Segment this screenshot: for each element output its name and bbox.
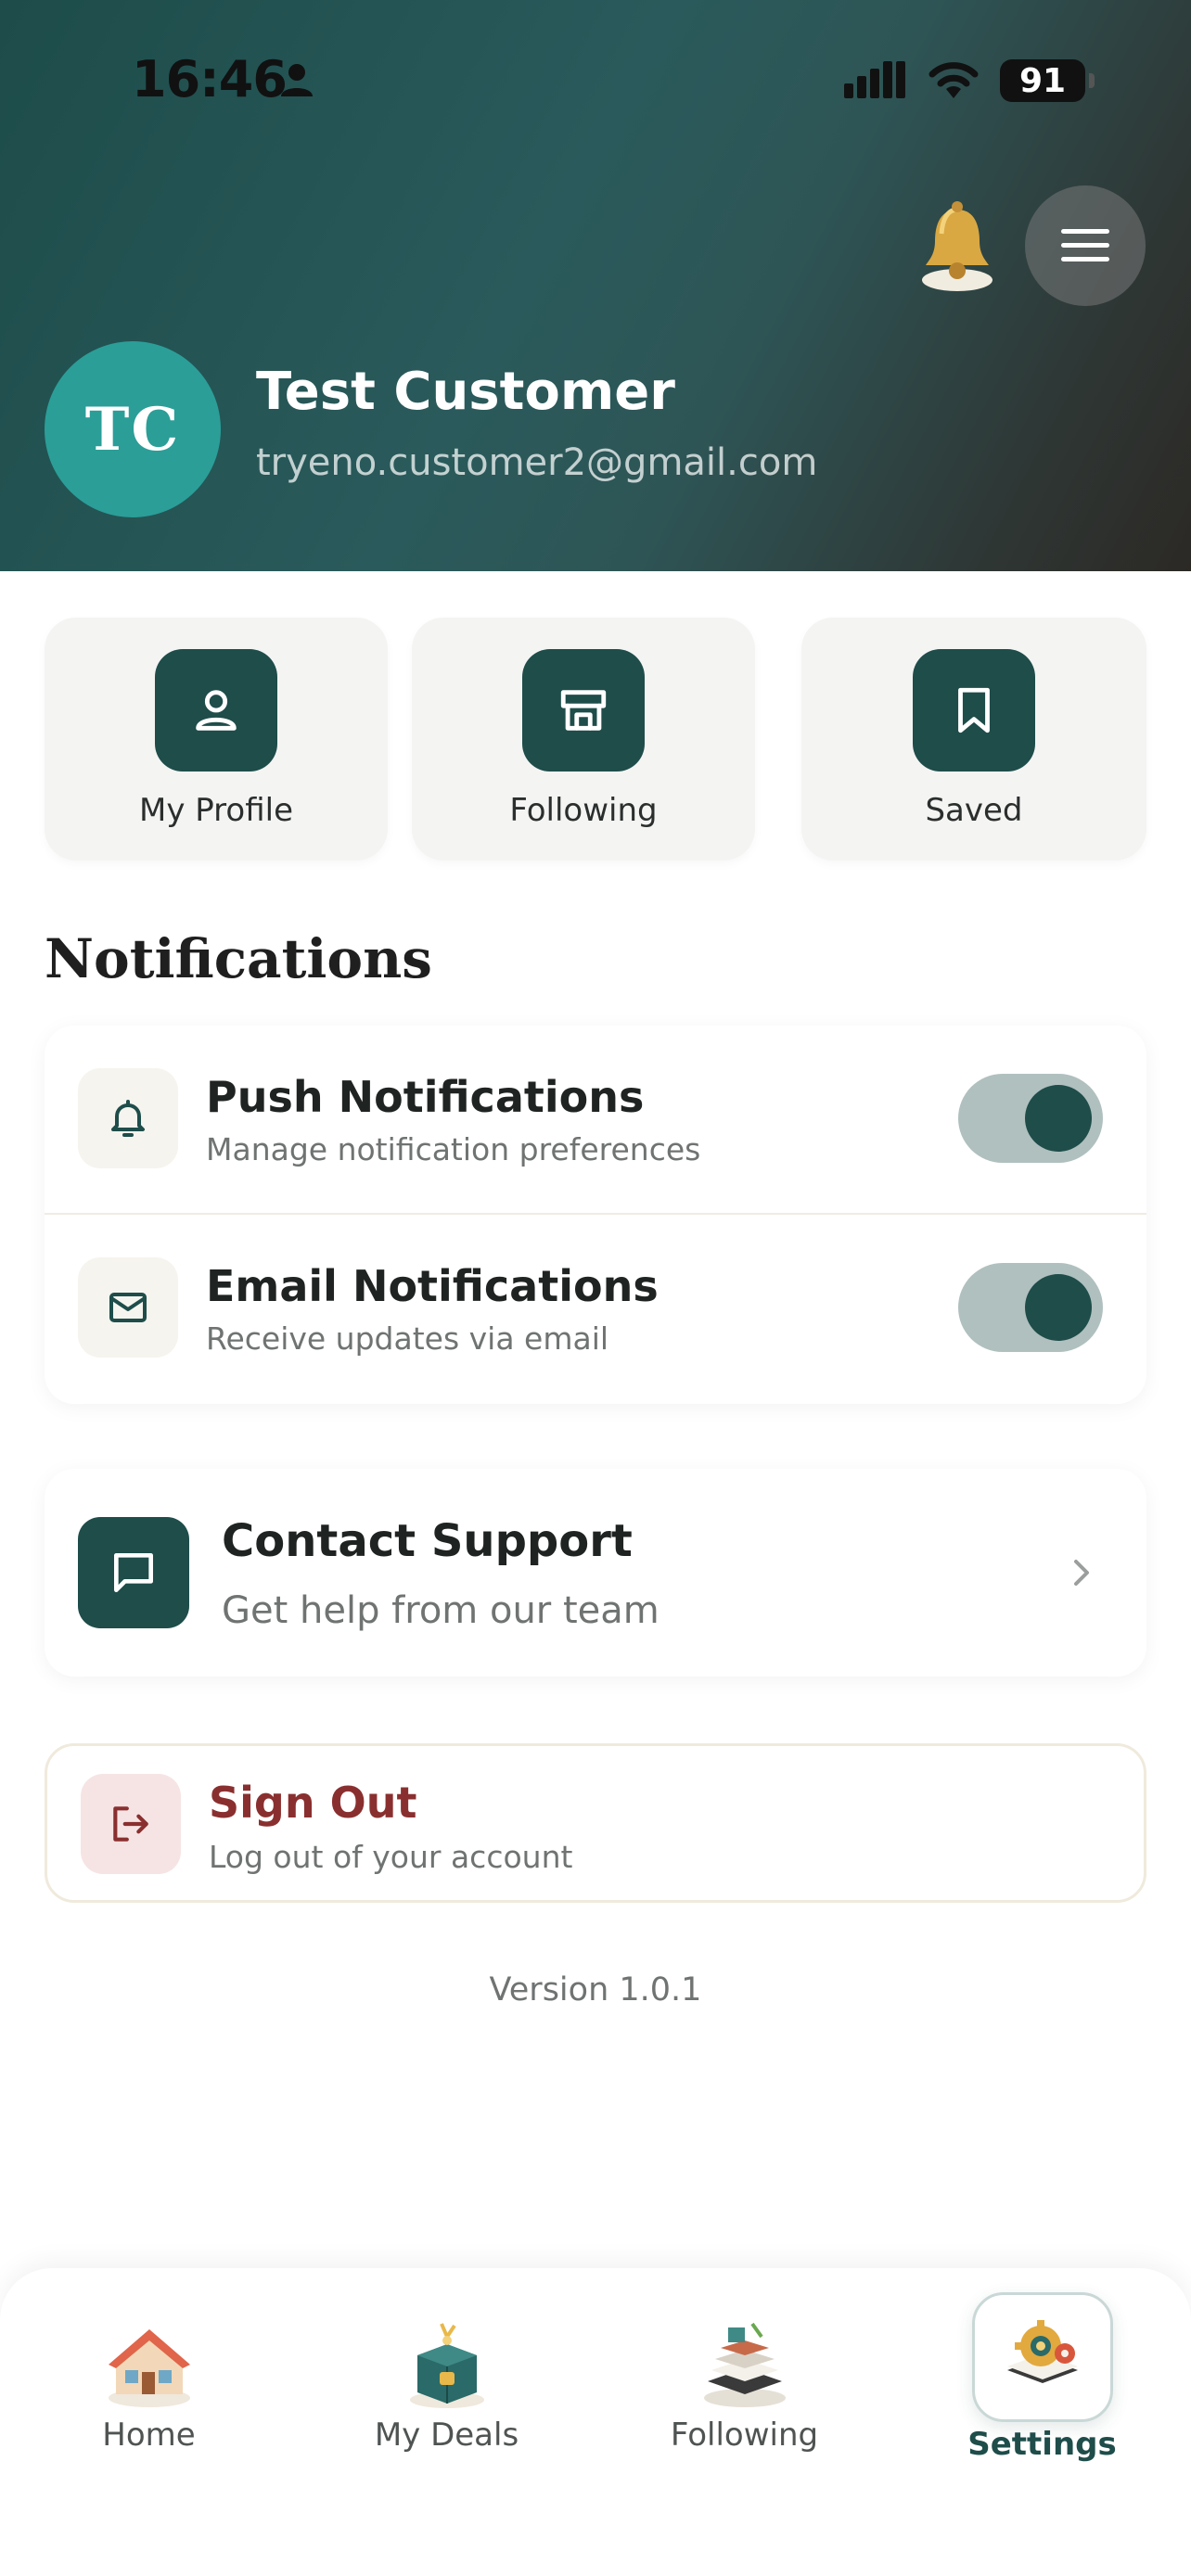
menu-button[interactable] — [1025, 185, 1146, 306]
wifi-icon — [928, 62, 979, 98]
logout-icon — [113, 1806, 148, 1842]
saved-card[interactable]: Saved — [801, 618, 1146, 861]
store-stack-icon — [703, 2322, 786, 2407]
user-email: tryeno.customer2@gmail.com — [256, 441, 818, 484]
bell-icon — [111, 1100, 145, 1137]
my-profile-label: My Profile — [139, 792, 293, 829]
profile-header: 16:46 91 TC Test Customer tryeno.custome… — [0, 0, 1191, 571]
status-bar: 16:46 91 — [0, 0, 1191, 158]
nav-settings-label: Settings — [967, 2426, 1117, 2463]
store-icon — [560, 690, 607, 731]
person-icon — [281, 64, 313, 96]
push-notifications-subtitle: Manage notification preferences — [206, 1131, 701, 1167]
app-version: Version 1.0.1 — [489, 1971, 702, 2009]
notifications-heading: Notifications — [45, 927, 432, 990]
avatar[interactable]: TC — [45, 341, 221, 517]
following-label: Following — [509, 792, 658, 829]
hamburger-menu-icon — [1061, 229, 1109, 261]
toggle-knob — [1025, 1274, 1092, 1341]
contact-support-card[interactable]: Contact Support Get help from our team — [45, 1469, 1146, 1677]
mail-icon — [109, 1293, 147, 1322]
nav-my-deals[interactable]: My Deals — [298, 2268, 596, 2509]
sign-out-subtitle: Log out of your account — [209, 1839, 573, 1875]
nav-following-label: Following — [670, 2417, 819, 2454]
nav-following[interactable]: Following — [596, 2268, 893, 2509]
cellular-signal-icon — [844, 61, 905, 98]
push-notifications-toggle[interactable] — [958, 1074, 1103, 1163]
contact-support-title: Contact Support — [222, 1515, 633, 1567]
sign-out-button[interactable]: Sign Out Log out of your account — [45, 1743, 1146, 1903]
user-name: Test Customer — [256, 362, 675, 422]
chevron-right-icon — [1074, 1560, 1089, 1586]
nav-settings[interactable]: Settings — [893, 2268, 1191, 2509]
bookmark-icon — [958, 687, 990, 733]
settings-gear-icon — [1006, 2320, 1078, 2383]
sign-out-title: Sign Out — [209, 1778, 417, 1828]
user-icon — [196, 690, 237, 731]
nav-home[interactable]: Home — [0, 2268, 298, 2509]
bell-3d-icon[interactable] — [916, 197, 998, 293]
toggle-knob — [1025, 1085, 1092, 1152]
deals-box-icon — [409, 2323, 484, 2408]
email-notifications-toggle[interactable] — [958, 1263, 1103, 1352]
notifications-card: Push Notifications Manage notification p… — [45, 1026, 1146, 1404]
bottom-navigation: Home My Deals Following Settings — [0, 2268, 1191, 2576]
email-notifications-title: Email Notifications — [206, 1261, 659, 1311]
my-profile-card[interactable]: My Profile — [45, 618, 388, 861]
nav-home-label: Home — [102, 2417, 196, 2454]
battery-icon: 91 — [1000, 59, 1095, 102]
contact-support-subtitle: Get help from our team — [222, 1589, 660, 1632]
chat-icon — [114, 1553, 154, 1592]
nav-my-deals-label: My Deals — [374, 2417, 519, 2454]
email-notifications-subtitle: Receive updates via email — [206, 1320, 609, 1357]
email-notifications-row: Email Notifications Receive updates via … — [45, 1215, 1146, 1404]
house-icon — [108, 2329, 190, 2407]
push-notifications-row: Push Notifications Manage notification p… — [45, 1026, 1146, 1215]
following-card[interactable]: Following — [412, 618, 755, 861]
saved-label: Saved — [925, 792, 1023, 829]
status-time: 16:46 — [132, 50, 288, 108]
push-notifications-title: Push Notifications — [206, 1072, 645, 1122]
